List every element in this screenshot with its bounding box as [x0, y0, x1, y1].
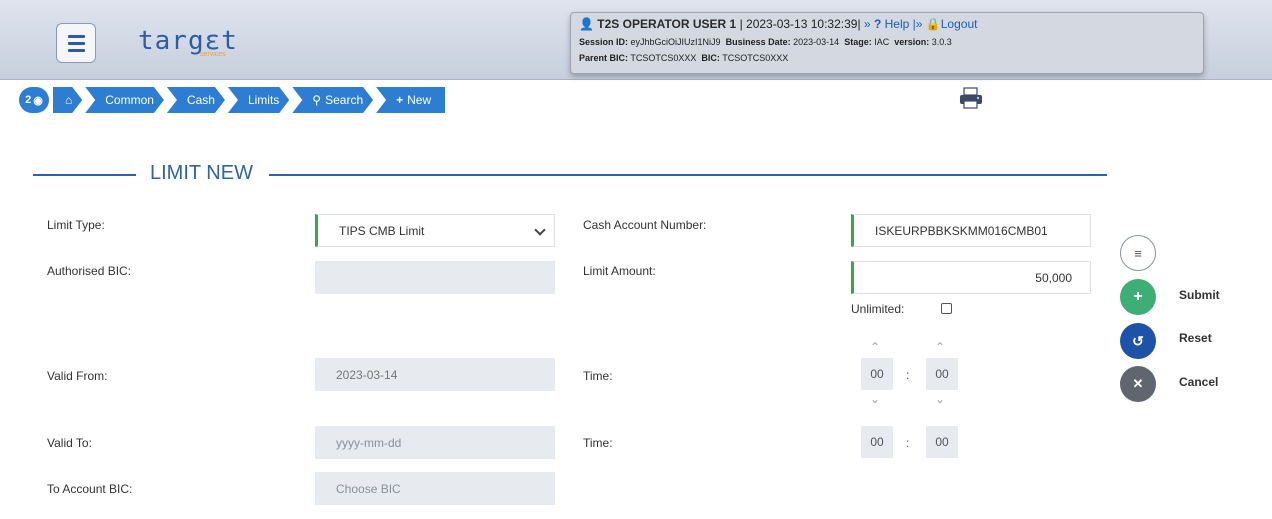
- plus-icon: +: [1133, 288, 1143, 305]
- submit-button[interactable]: +: [1120, 279, 1156, 315]
- authorised-bic-label: Authorised BIC:: [47, 264, 132, 278]
- hour-down-icon[interactable]: ⌄: [869, 392, 881, 406]
- breadcrumb: 2 ◉ ⌂ Common Cash Limits ⚲ Search + New: [19, 87, 448, 113]
- cash-account-label: Cash Account Number:: [583, 218, 707, 232]
- question-icon: ?: [873, 17, 882, 31]
- hamburger-icon: [67, 34, 85, 38]
- time-to-hour[interactable]: 00: [861, 426, 893, 458]
- valid-from-label: Valid From:: [47, 369, 108, 383]
- unlimited-label: Unlimited:: [851, 302, 905, 316]
- limit-type-select[interactable]: TIPS CMB Limit: [315, 214, 555, 247]
- to-account-bic-label: To Account BIC:: [47, 482, 133, 496]
- time-from-hour[interactable]: 00: [861, 358, 893, 390]
- cash-account-field[interactable]: ISKEURPBBKSKMM016CMB01: [851, 214, 1091, 247]
- reset-button[interactable]: ↺: [1120, 323, 1156, 359]
- eye-icon: ◉: [33, 94, 43, 107]
- breadcrumb-limits[interactable]: Limits: [228, 87, 289, 113]
- to-account-bic-field[interactable]: Choose BIC: [315, 472, 555, 505]
- time-to-minute[interactable]: 00: [926, 426, 958, 458]
- session-datetime: | 2023-03-13 10:32:39|: [739, 17, 861, 31]
- hour-up-icon[interactable]: ⌃: [869, 340, 881, 354]
- authorised-bic-field[interactable]: [315, 261, 555, 294]
- bic: TCSOTCS0XXX: [722, 53, 789, 63]
- home-icon: ⌂: [65, 93, 73, 107]
- reset-label[interactable]: Reset: [1179, 331, 1212, 345]
- cancel-label[interactable]: Cancel: [1179, 375, 1218, 389]
- chevron-down-icon: [534, 224, 546, 236]
- logout-link[interactable]: 🔒Logout: [926, 17, 978, 31]
- valid-from-field[interactable]: 2023-03-14: [315, 358, 555, 391]
- time-to-label: Time:: [583, 436, 613, 450]
- version: 3.0.3: [931, 37, 952, 47]
- business-date: 2023-03-14: [793, 37, 840, 47]
- minute-up-icon[interactable]: ⌃: [934, 340, 946, 354]
- lock-icon: 🔒: [925, 17, 941, 31]
- breadcrumb-new[interactable]: + New: [376, 87, 446, 113]
- search-icon: ⚲: [312, 93, 322, 107]
- printer-icon[interactable]: [958, 87, 984, 109]
- undo-icon: ↺: [1132, 332, 1144, 349]
- valid-to-label: Valid To:: [47, 436, 92, 450]
- menu-button[interactable]: [56, 23, 96, 63]
- cancel-button[interactable]: ✕: [1120, 366, 1156, 402]
- stage: IAC: [874, 37, 890, 47]
- page-title: LIMIT NEW: [150, 162, 253, 184]
- limit-amount-label: Limit Amount:: [583, 264, 656, 278]
- user-name: T2S OPERATOR USER 1: [597, 17, 737, 31]
- minute-down-icon[interactable]: ⌄: [934, 392, 946, 406]
- parent-bic: TCSOTCS0XXX: [630, 53, 697, 63]
- time-from-label: Time:: [583, 369, 613, 383]
- unlimited-checkbox[interactable]: [941, 303, 952, 314]
- help-link[interactable]: ? Help: [874, 17, 909, 31]
- time-from-minute[interactable]: 00: [926, 358, 958, 390]
- session-info-panel: 👤 T2S OPERATOR USER 1 | 2023-03-13 10:32…: [570, 12, 1204, 74]
- submit-label[interactable]: Submit: [1179, 288, 1220, 302]
- valid-to-field[interactable]: yyyy-mm-dd: [315, 426, 555, 459]
- close-icon: ✕: [1132, 376, 1144, 391]
- limit-amount-field[interactable]: 50,000: [851, 261, 1091, 294]
- breadcrumb-search[interactable]: ⚲ Search: [292, 87, 373, 113]
- app-header: targεt services 👤 T2S OPERATOR USER 1 | …: [0, 0, 1272, 80]
- section-header: LIMIT NEW: [33, 161, 1107, 187]
- session-id: eyJhbGciOiJIUzI1NiJ9: [630, 37, 721, 47]
- plus-icon: +: [396, 93, 404, 107]
- breadcrumb-home[interactable]: ⌂: [53, 87, 82, 113]
- list-icon[interactable]: ≡: [1120, 235, 1156, 271]
- user-icon: 👤: [579, 17, 594, 31]
- breadcrumb-history-badge[interactable]: 2 ◉: [19, 87, 49, 113]
- limit-type-label: Limit Type:: [47, 218, 105, 232]
- breadcrumb-cash[interactable]: Cash: [167, 87, 225, 113]
- breadcrumb-common[interactable]: Common: [85, 87, 164, 113]
- logo-subtitle: services: [200, 51, 226, 58]
